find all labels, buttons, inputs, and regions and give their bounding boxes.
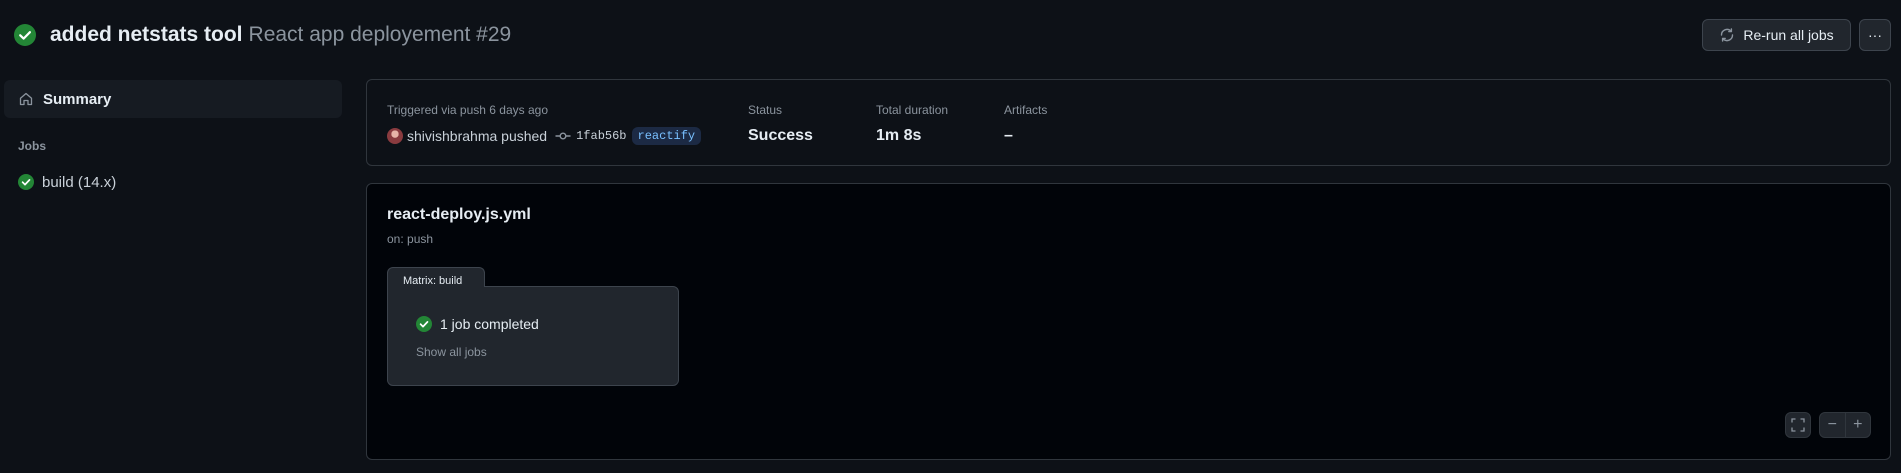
avatar[interactable]	[387, 128, 403, 144]
jobs-completed-row: 1 job completed	[416, 316, 539, 332]
duration-column: Total duration 1m 8s	[876, 103, 948, 145]
workflow-run-page: added netstats tool React app deployement…	[0, 0, 1901, 473]
job-name: build (14.x)	[42, 173, 117, 191]
artifacts-column: Artifacts –	[1004, 103, 1047, 145]
workflow-graph-card: react-deploy.js.yml on: push Matrix: bui…	[366, 183, 1891, 460]
artifacts-value: –	[1004, 127, 1013, 144]
run-title: added netstats tool React app deployement…	[50, 21, 511, 49]
status-value: Success	[748, 127, 813, 144]
run-header: added netstats tool React app deployement…	[0, 0, 1901, 70]
artifacts-label: Artifacts	[1004, 103, 1048, 117]
rerun-all-jobs-button[interactable]: Re-run all jobs	[1702, 19, 1851, 51]
commit-message: added netstats tool	[50, 23, 243, 46]
trigger-details: shivishbrahma pushed 1fab56b reactify	[387, 125, 702, 147]
status-label: Status	[748, 103, 783, 117]
matrix-tab-join	[388, 285, 484, 288]
trigger-label: Triggered via push 6 days ago	[387, 103, 548, 117]
kebab-horizontal-icon: ···	[1868, 27, 1882, 43]
zoom-controls: − +	[1819, 412, 1871, 438]
sidebar-item-job[interactable]: build (14.x)	[4, 166, 342, 198]
zoom-in-button[interactable]: +	[1844, 413, 1871, 437]
zoom-fit-button[interactable]	[1785, 412, 1811, 438]
more-options-button[interactable]: ···	[1859, 19, 1891, 51]
run-sidebar: Summary Jobs build (14.x)	[0, 70, 350, 473]
home-icon	[19, 92, 33, 106]
duration-value: 1m 8s	[876, 127, 922, 144]
jobs-completed-text: 1 job completed	[440, 316, 539, 332]
matrix-job-group[interactable]: 1 job completed Show all jobs	[387, 286, 679, 386]
actor-pushed: shivishbrahma pushed	[407, 128, 548, 144]
sidebar-summary-label: Summary	[43, 90, 112, 108]
success-check-icon	[14, 24, 36, 46]
jobs-heading: Jobs	[18, 139, 47, 153]
zoom-out-button[interactable]: −	[1820, 413, 1845, 437]
screen-full-icon	[1791, 418, 1805, 432]
status-column: Status Success	[748, 103, 813, 145]
workflow-file-name: react-deploy.js.yml	[387, 206, 531, 223]
sync-icon	[1721, 28, 1734, 42]
success-check-icon	[416, 316, 432, 332]
rerun-label: Re-run all jobs	[1743, 27, 1834, 43]
show-all-jobs-link[interactable]: Show all jobs	[416, 345, 487, 359]
branch-tag[interactable]: reactify	[631, 127, 702, 145]
workflow-run-name: React app deployement #29	[248, 23, 512, 46]
run-summary-card: Triggered via push 6 days ago shivishbra…	[366, 79, 1891, 166]
git-commit-icon	[555, 132, 571, 140]
sidebar-item-summary[interactable]: Summary	[4, 80, 342, 118]
duration-label: Total duration	[876, 103, 949, 117]
commit-sha-link[interactable]: 1fab56b	[576, 129, 626, 143]
success-check-icon	[18, 174, 34, 190]
workflow-trigger: on: push	[387, 232, 434, 246]
